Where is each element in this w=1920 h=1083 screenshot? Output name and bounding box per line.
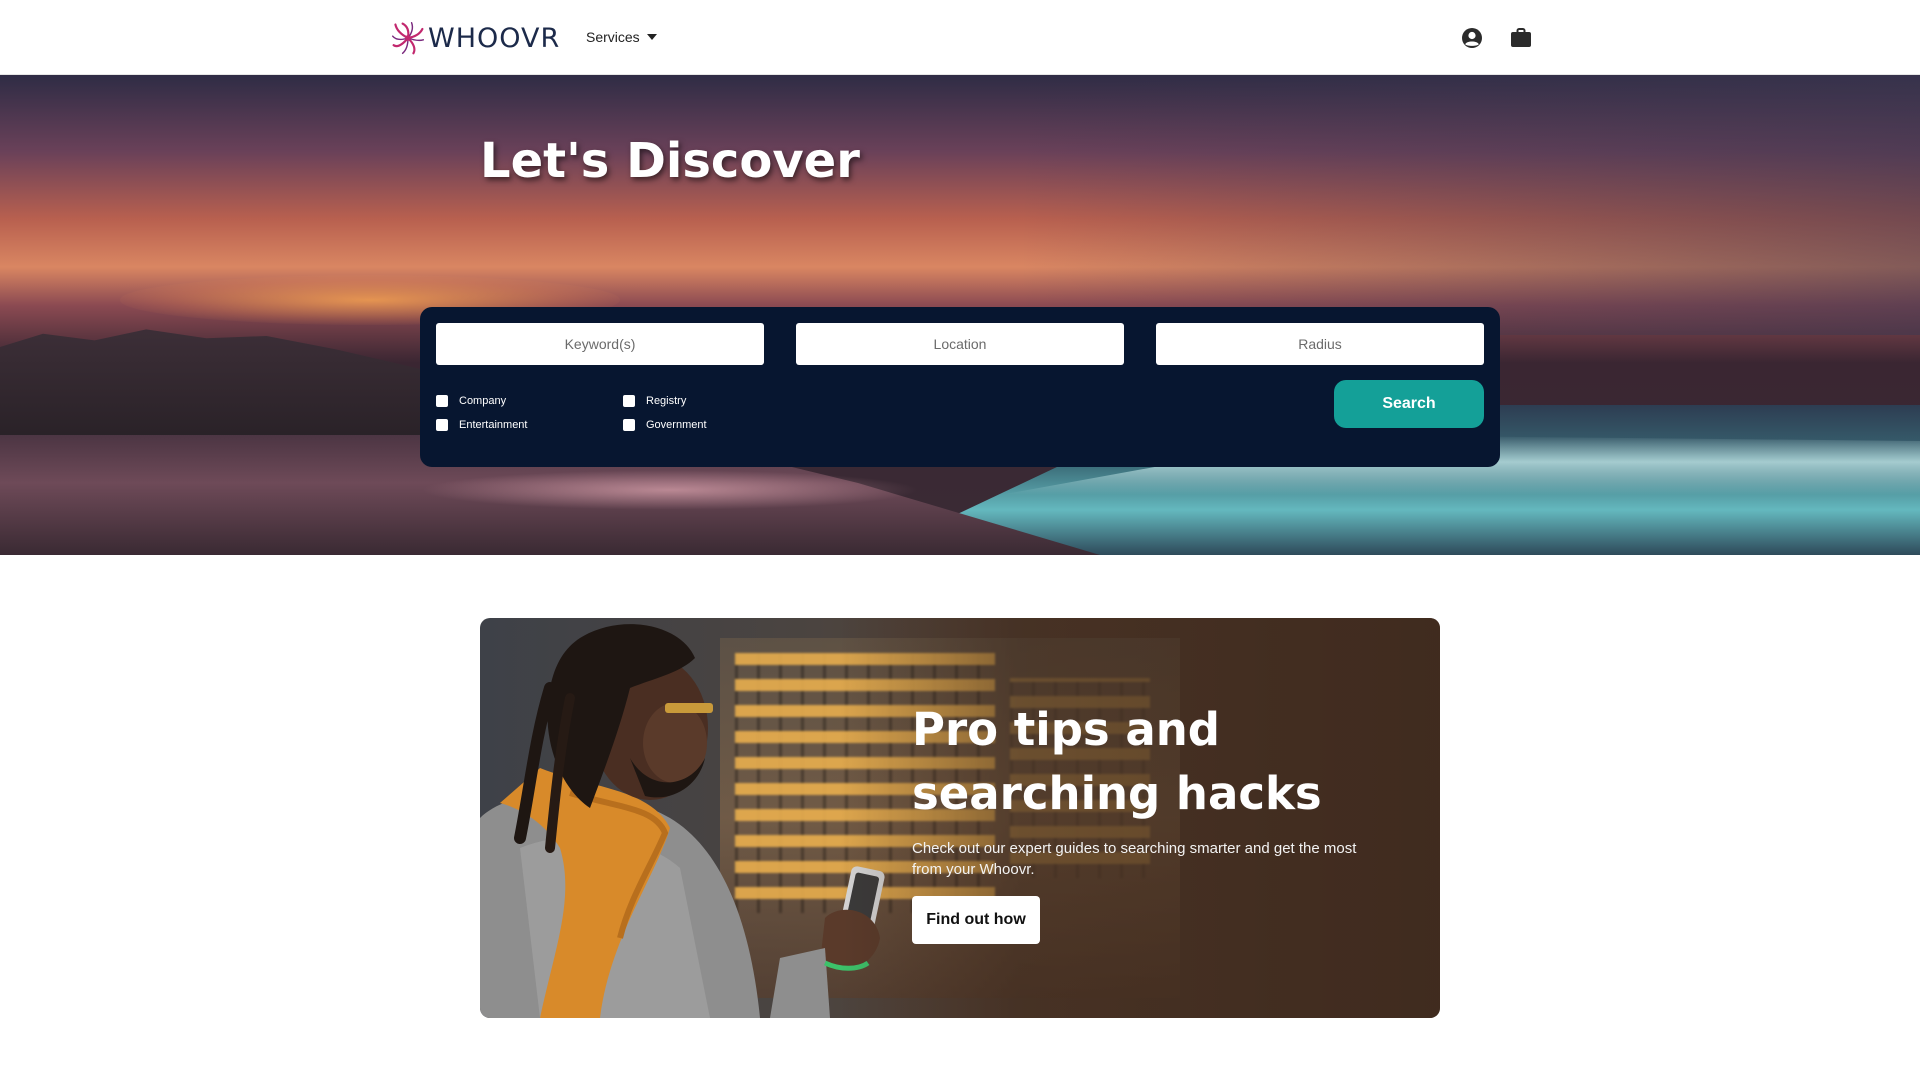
hero-hills	[0, 329, 430, 435]
filter-entertainment-label: Entertainment	[459, 419, 528, 431]
filter-company-label: Company	[459, 395, 507, 407]
filter-registry-checkbox[interactable]: Registry	[623, 395, 686, 407]
hero-title: Let's Discover	[480, 133, 860, 189]
filter-company-checkbox[interactable]: Company	[436, 395, 506, 407]
filter-entertainment-checkbox[interactable]: Entertainment	[436, 419, 527, 431]
promo-description: Check out our expert guides to searching…	[912, 840, 1357, 878]
promo-title: Pro tips and searching hacks	[912, 703, 1322, 820]
filter-registry-label: Registry	[646, 395, 687, 407]
services-dropdown[interactable]: Services	[586, 29, 657, 45]
user-circle-icon[interactable]	[1460, 26, 1484, 50]
caret-down-icon	[646, 34, 657, 40]
top-navbar: WHOOVR Services	[0, 0, 1920, 75]
filter-government-label: Government	[646, 419, 707, 431]
search-panel: Company Registry Entertainment Governmen…	[420, 307, 1500, 467]
keyword-input[interactable]	[436, 323, 764, 365]
search-button[interactable]: Search	[1334, 380, 1484, 428]
whoovr-logo[interactable]: WHOOVR	[390, 20, 560, 56]
location-input[interactable]	[796, 323, 1124, 365]
briefcase-icon[interactable]	[1509, 26, 1533, 50]
checkbox-box[interactable]	[623, 419, 635, 431]
checkbox-box[interactable]	[436, 419, 448, 431]
promo-card: Pro tips and searching hacks Check out o…	[480, 618, 1440, 1018]
radius-input[interactable]	[1156, 323, 1484, 365]
checkbox-box[interactable]	[623, 395, 635, 407]
filter-government-checkbox[interactable]: Government	[623, 419, 707, 431]
hero-sky-shade	[1020, 75, 1920, 335]
checkbox-box[interactable]	[436, 395, 448, 407]
find-out-how-button[interactable]: Find out how	[912, 896, 1040, 944]
hero-wet-sand-reflection	[420, 470, 920, 510]
logo-mark-icon	[391, 21, 425, 55]
services-label: Services	[586, 29, 640, 45]
brand-name: WHOOVR	[428, 22, 561, 54]
man-with-phone-image	[480, 624, 885, 1018]
